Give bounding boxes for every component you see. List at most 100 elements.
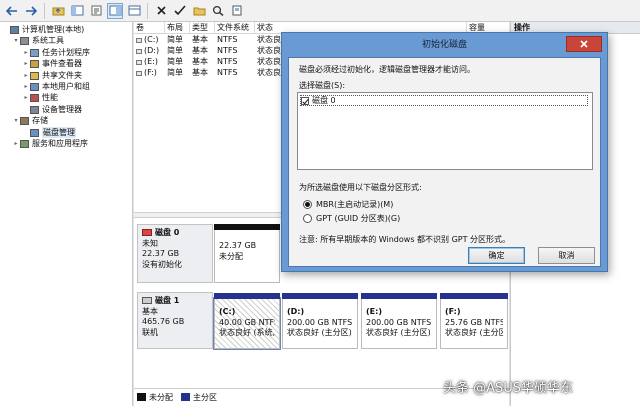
tree-item[interactable]: ▸ 事件查看器 [0,58,132,69]
mbr-radio[interactable]: MBR(主启动记录)(M) [303,199,393,210]
partition-3[interactable]: (F:)25.76 GB NTFS状态良好 (主分区) [440,293,508,349]
shared-folder-icon [30,71,39,80]
partition-status: 状态良好 (主分区) [445,328,503,337]
tree-item[interactable]: ▸ 服务和应用程序 [0,138,132,149]
partition-2[interactable]: (E:) 200.00 GB NTFS 状态良好 (主分区) [361,293,437,349]
volume-cell-text: (D:) [144,46,160,55]
volume-cell-text: 基本 [192,68,208,77]
column-header-type[interactable]: 类型 [190,22,215,33]
partition-size: 25.76 GB NTFS [445,317,503,327]
disk-0-name: 磁盘 0 [155,228,180,237]
disk-0-partition-size: 22.37 GB [219,241,257,250]
performance-icon [30,94,39,103]
partition-style-label: 为所选磁盘使用以下磁盘分区形式: [299,183,422,192]
up-folder-icon[interactable] [50,3,66,19]
volume-drive-icon [136,71,142,76]
disk-1-status: 联机 [142,327,158,337]
tree-expander-icon[interactable]: ▸ [23,70,29,81]
tree-expander-icon[interactable]: ▸ [23,81,29,92]
show-hide-pane-icon[interactable] [126,3,142,19]
mbr-radio-dot[interactable] [303,200,312,209]
gpt-note-text: 注意: 所有早期版本的 Windows 都不识别 GPT 分区形式。 [299,235,511,244]
tree-expander-icon[interactable]: ▾ [13,115,19,126]
tree-item[interactable]: ▸ 任务计划程序 [0,47,132,58]
back-arrow-icon[interactable] [4,3,20,19]
computer-management-icon [10,26,19,34]
tree-item[interactable]: 计算机管理(本地) [0,24,132,35]
tree-expander-icon[interactable]: ▸ [23,47,29,58]
volume-cell: NTFS [215,34,255,45]
delete-x-icon[interactable] [153,3,169,19]
column-header-layout[interactable]: 布局 [165,22,190,33]
task-scheduler-icon [30,48,39,57]
system-tools-icon [20,37,29,46]
partition-letter: (E:) [366,307,382,316]
disk-select-list[interactable]: 磁盘 0 [297,92,593,170]
folder-icon[interactable] [191,3,207,19]
partition-status: 状态良好 (主分区) [366,328,431,337]
forward-arrow-icon[interactable] [23,3,39,19]
tree-item[interactable]: ▸ 本地用户和组 [0,81,132,92]
close-icon [580,40,588,48]
disk-0-type: 未知 [142,238,158,248]
page-icon[interactable] [229,3,245,19]
volume-cell-text: (E:) [144,57,158,66]
tree-item[interactable]: ▸ 性能 [0,92,132,103]
gpt-radio[interactable]: GPT (GUID 分区表)(G) [303,213,400,224]
tree-expander-icon[interactable]: ▸ [13,138,19,149]
tree-item[interactable]: 设备管理器 [0,104,132,115]
partition-0[interactable]: (C:) 40.00 GB NTFS 状态良好 (系统, [213,293,281,350]
cancel-button[interactable]: 取消 [538,247,595,264]
search-icon[interactable] [210,3,226,19]
partition-letter: (F:) [445,307,461,316]
tree-expander-icon[interactable]: ▸ [23,92,29,103]
partition-size: 200.00 GB NTFS [366,317,432,327]
dialog-close-button[interactable] [566,36,602,52]
dialog-intro-text: 磁盘必须经过初始化，逻辑磁盘管理器才能访问。 [299,65,475,74]
tree-item[interactable]: 磁盘管理 [0,126,132,138]
disk-0-label[interactable]: 磁盘 0 未知 22.37 GB 没有初始化 [137,224,213,283]
tree-expander-icon[interactable]: ▾ [13,35,19,46]
ok-button[interactable]: 确定 [468,247,525,264]
disk-1-label[interactable]: 磁盘 1 基本 465.76 GB 联机 [137,292,213,349]
disk-0-list-item[interactable]: 磁盘 0 [300,95,588,106]
tree-item-label: 任务计划程序 [42,47,90,57]
volume-drive-icon [136,60,142,65]
volume-cell: 简单 [165,56,190,67]
tree-expander-icon[interactable]: ▸ [23,58,29,69]
select-disk-label: 选择磁盘(S): [299,81,346,90]
properties-icon[interactable] [88,3,104,19]
volume-cell-text: (C:) [144,35,159,44]
volume-cell-text: NTFS [217,35,238,44]
gpt-radio-dot[interactable] [303,214,312,223]
disk-warning-icon [142,229,152,236]
services-icon [20,139,29,148]
toolbar [0,0,640,22]
volume-cell: NTFS [215,67,255,78]
storage-icon [20,117,29,126]
volume-cell-text: 状态良 [257,68,281,77]
column-header-filesystem[interactable]: 文件系统 [215,22,255,33]
column-header-volume[interactable]: 卷 [134,22,165,33]
volume-cell-text: 基本 [192,46,208,55]
legend-unallocated: 未分配 [137,392,173,403]
disk-0-checkbox[interactable] [301,96,309,105]
tree-item-label: 存储 [32,116,48,126]
volume-cell: 简单 [165,45,190,56]
disk-0-unallocated-partition[interactable]: 22.37 GB 未分配 [214,224,280,283]
partition-1[interactable]: (D:) 200.00 GB NTFS 状态良好 (主分区) [282,293,358,349]
checkmark-icon[interactable] [172,3,188,19]
tree-item-label: 共享文件夹 [42,70,82,80]
tree-item[interactable]: ▸ 共享文件夹 [0,70,132,81]
legend-primary: 主分区 [181,392,217,403]
volume-cell: 基本 [190,56,215,67]
tree-item-label: 本地用户和组 [42,81,90,91]
help-pane-icon[interactable] [107,2,123,19]
unallocated-bar [214,224,280,230]
tree-item[interactable]: ▾ 存储 [0,115,132,126]
volume-cell: (D:) [134,45,165,56]
tree-item[interactable]: ▾ 系统工具 [0,35,132,46]
console-tree-icon[interactable] [69,3,85,19]
tree-item-label: 计算机管理(本地) [22,25,85,34]
primary-partition-bar [361,293,437,299]
